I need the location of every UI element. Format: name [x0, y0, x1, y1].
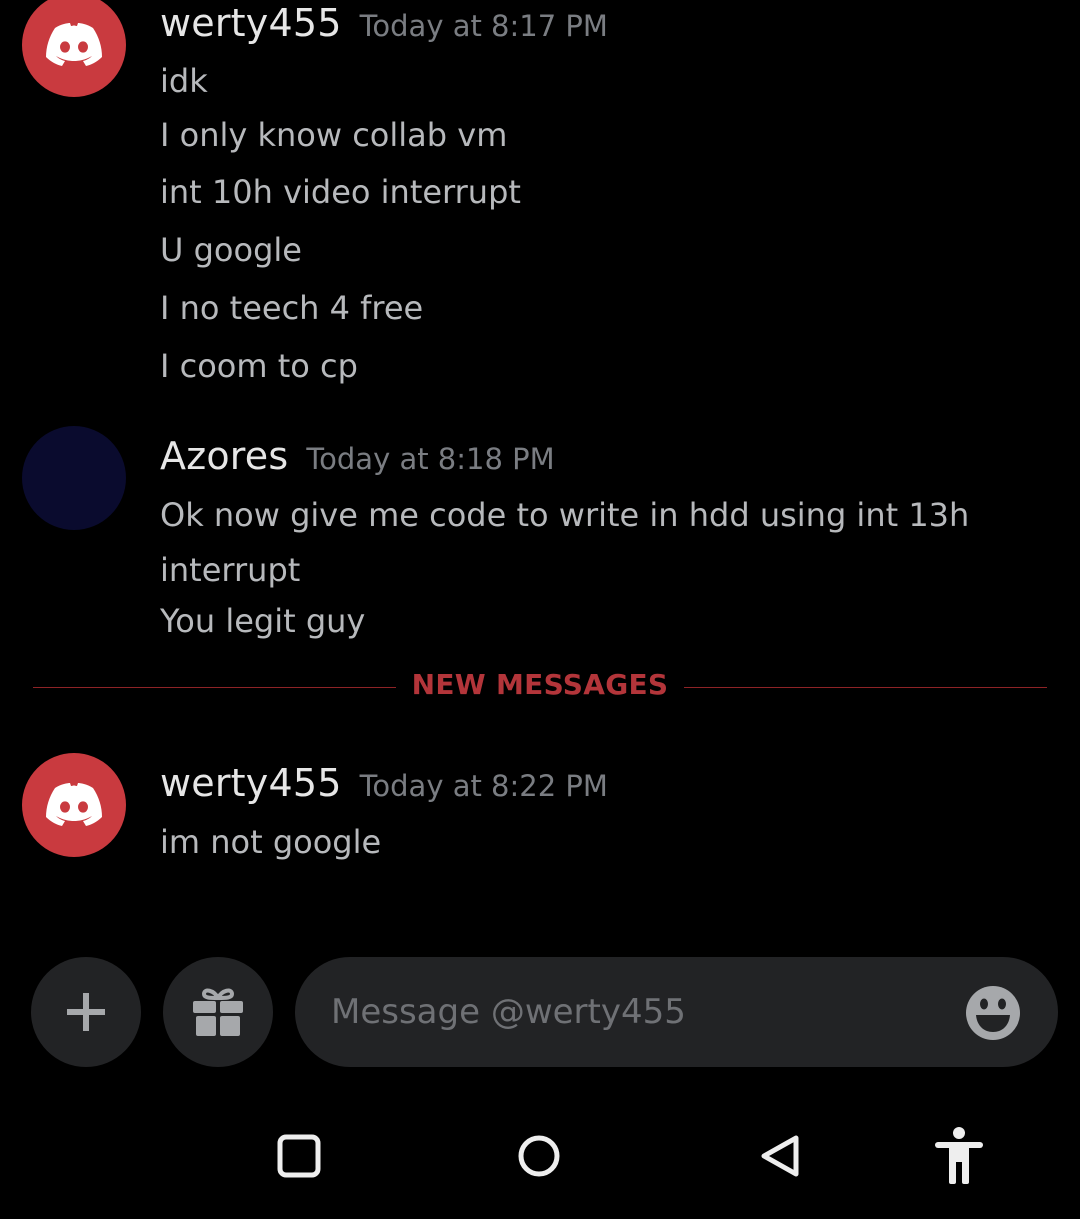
home-icon: [518, 1135, 560, 1177]
timestamp: Today at 8:22 PM: [359, 769, 608, 803]
divider-line-right: [684, 687, 1047, 688]
message-text: I coom to cp: [160, 347, 358, 385]
new-messages-divider-label: NEW MESSAGES: [411, 668, 669, 701]
emoji-icon: [966, 986, 1020, 1040]
accessibility-button[interactable]: [925, 1122, 993, 1190]
message-text: You legit guy: [160, 602, 366, 640]
divider-line-left: [33, 687, 396, 688]
username[interactable]: werty455: [160, 761, 342, 805]
message-text: I only know collab vm: [160, 116, 508, 154]
message-header: werty455 Today at 8:22 PM: [160, 761, 608, 805]
message-text: I no teech 4 free: [160, 289, 424, 327]
message-text: idk: [160, 62, 208, 100]
message-text: int 10h video interrupt: [160, 173, 521, 211]
message-header: Azores Today at 8:18 PM: [160, 434, 555, 478]
emoji-button[interactable]: [964, 984, 1022, 1042]
message-text: Ok now give me code to write in hdd usin…: [160, 496, 970, 534]
add-attachment-button[interactable]: [31, 957, 141, 1067]
timestamp: Today at 8:17 PM: [359, 9, 608, 43]
message-text: interrupt: [160, 551, 301, 589]
plus-icon: [67, 993, 105, 1031]
message-text: im not google: [160, 823, 382, 861]
gift-button[interactable]: [163, 957, 273, 1067]
recents-button[interactable]: [265, 1122, 333, 1190]
back-button[interactable]: [746, 1122, 814, 1190]
avatar[interactable]: [22, 753, 126, 857]
home-button[interactable]: [505, 1122, 573, 1190]
discord-logo-icon: [46, 783, 102, 826]
discord-logo-icon: [46, 23, 102, 66]
back-icon: [761, 1135, 799, 1177]
avatar[interactable]: [22, 0, 126, 97]
gift-icon: [193, 988, 243, 1036]
message-text: U google: [160, 231, 302, 269]
accessibility-icon: [935, 1127, 983, 1184]
username[interactable]: Azores: [160, 434, 288, 478]
message-input[interactable]: [329, 982, 919, 1042]
message-header: werty455 Today at 8:17 PM: [160, 1, 608, 45]
username[interactable]: werty455: [160, 1, 342, 45]
avatar[interactable]: [22, 426, 126, 530]
message-input-container[interactable]: [295, 957, 1058, 1067]
timestamp: Today at 8:18 PM: [306, 442, 555, 476]
recents-icon: [277, 1134, 321, 1178]
